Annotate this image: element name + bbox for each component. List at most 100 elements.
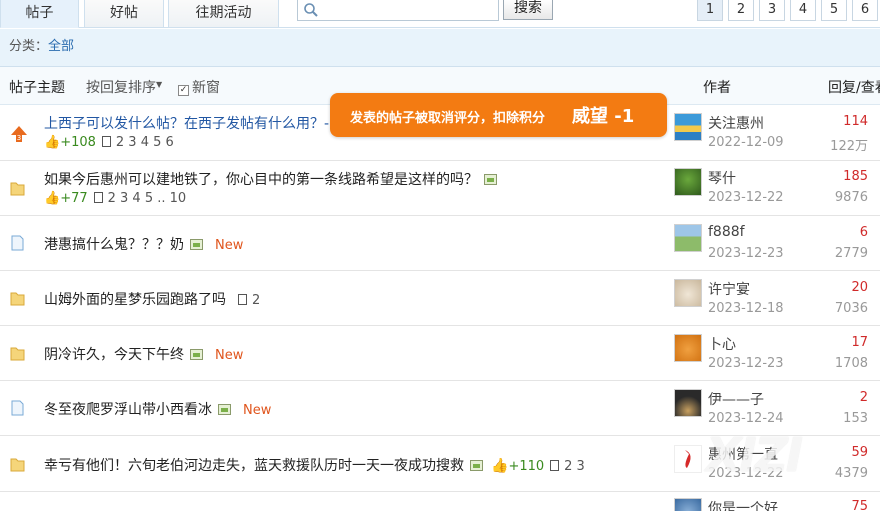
tab-posts[interactable]: 帖子	[0, 0, 79, 28]
author-name[interactable]: 伊——子	[708, 389, 764, 409]
new-badge: New	[243, 403, 272, 418]
post-title[interactable]: 山姆外面的星梦乐园跑路了吗 2	[44, 289, 260, 309]
sort-by-reply[interactable]: 按回复排序▼	[86, 77, 162, 97]
watermark-logo: XIZI	[706, 428, 803, 482]
post-title[interactable]: 上西子可以发什么帖？在西子发帖有什么用？-	[44, 113, 329, 133]
view-count: 1708	[834, 356, 868, 371]
category-all-link[interactable]: 全部	[48, 39, 74, 54]
page-icon	[550, 460, 560, 471]
new-badge: New	[215, 238, 244, 253]
post-date: 2022-12-09	[708, 135, 784, 150]
post-date: 2023-12-23	[708, 356, 784, 371]
view-count: 7036	[834, 301, 868, 316]
author-name[interactable]: f888f	[708, 224, 745, 240]
like-count: +110	[508, 459, 545, 474]
tab-past-events[interactable]: 往期活动	[168, 0, 279, 28]
image-icon	[190, 349, 203, 360]
reply-count: 6	[859, 225, 868, 240]
toast-points: 威望 -1	[572, 106, 635, 127]
post-meta: 👍+108 2 3 4 5 6	[44, 135, 174, 150]
search-button[interactable]: 搜索	[503, 0, 553, 20]
thumb-up-icon: 👍	[44, 135, 61, 150]
post-date: 2023-12-23	[708, 246, 784, 261]
category-bar: 分类：全部	[0, 29, 880, 67]
table-row: 阴冷许久，今天下午终 New 卜心 2023-12-23 17 1708	[0, 326, 880, 381]
checkbox-icon[interactable]: ✓	[178, 85, 189, 96]
toast-message: 发表的帖子被取消评分，扣除积分	[350, 111, 546, 126]
search-input[interactable]	[324, 1, 494, 18]
author-name[interactable]: 琴什	[708, 168, 736, 188]
new-badge: New	[215, 348, 244, 363]
post-date: 2023-12-22	[708, 190, 784, 205]
avatar[interactable]	[674, 498, 702, 511]
like-count: +77	[60, 191, 88, 206]
image-icon	[470, 460, 483, 471]
post-meta: 👍+77 2 3 4 5 .. 10	[44, 191, 186, 206]
hot-arrow-icon: 3	[11, 126, 27, 142]
post-title[interactable]: 港惠搞什么鬼？？？奶 New	[44, 234, 243, 254]
view-count: 4379	[834, 466, 868, 481]
avatar[interactable]	[674, 168, 702, 196]
author-name[interactable]: 你是一个好	[708, 498, 778, 511]
reply-count: 114	[843, 114, 868, 129]
avatar[interactable]	[674, 279, 702, 307]
logo-icon	[685, 450, 691, 468]
post-title[interactable]: 如果今后惠州可以建地铁了，你心目中的第一条线路希望是这样的吗？	[44, 169, 497, 189]
image-icon	[190, 239, 203, 250]
page-1[interactable]: 1	[697, 0, 723, 21]
view-count: 2779	[834, 246, 868, 261]
page-links[interactable]: 2	[252, 293, 260, 308]
post-title[interactable]: 阴冷许久，今天下午终 New	[44, 344, 243, 364]
like-count: +108	[60, 135, 96, 150]
post-title[interactable]: 幸亏有他们！六旬老伯河边走失，蓝天救援队历时一天一夜成功搜救 👍+110 2 3	[44, 455, 585, 475]
view-count: 122万	[830, 139, 868, 154]
author-name[interactable]: 许宁宴	[708, 279, 750, 299]
page-icon	[238, 294, 247, 305]
post-date: 2023-12-24	[708, 411, 784, 426]
page-5[interactable]: 5	[821, 0, 847, 21]
page-links[interactable]: 2 3 4 5 .. 10	[108, 191, 187, 206]
table-row: 港惠搞什么鬼？？？奶 New f888f 2023-12-23 6 2779	[0, 216, 880, 271]
avatar[interactable]	[674, 445, 702, 473]
header-replies-views: 回复/查看	[828, 80, 880, 96]
post-title[interactable]: 冬至夜爬罗浮山带小西看冰 New	[44, 399, 271, 419]
page-3[interactable]: 3	[759, 0, 785, 21]
reply-count: 59	[851, 445, 868, 460]
page-4[interactable]: 4	[790, 0, 816, 21]
tab-good-posts[interactable]: 好帖	[84, 0, 164, 28]
top-tab-bar: 帖子 好帖 往期活动 搜索 1 2 3 4 5 6	[0, 0, 880, 28]
reply-count: 20	[851, 280, 868, 295]
thumb-up-icon: 👍	[44, 191, 61, 206]
avatar[interactable]	[674, 389, 702, 417]
page-6[interactable]: 6	[852, 0, 878, 21]
image-icon	[484, 174, 497, 185]
avatar[interactable]	[674, 334, 702, 362]
new-window-toggle[interactable]: ✓ 新窗	[178, 77, 220, 97]
author-name[interactable]: 卜心	[708, 334, 736, 354]
page-icon	[93, 192, 103, 203]
document-icon	[11, 400, 24, 416]
avatar[interactable]	[674, 113, 702, 141]
table-row: 如果今后惠州可以建地铁了，你心目中的第一条线路希望是这样的吗？ 👍+77 2 3 …	[0, 161, 880, 216]
page-2[interactable]: 2	[728, 0, 754, 21]
header-author: 作者	[703, 80, 731, 96]
view-count: 153	[843, 411, 868, 426]
reply-count: 185	[843, 169, 868, 184]
reply-count: 2	[859, 390, 868, 405]
avatar[interactable]	[674, 224, 702, 252]
reply-count: 75	[851, 499, 868, 511]
reply-count: 17	[851, 335, 868, 350]
table-row: 山姆外面的星梦乐园跑路了吗 2 许宁宴 2023-12-18 20 7036	[0, 271, 880, 326]
folder-icon	[10, 347, 25, 361]
category-label: 分类：	[9, 39, 49, 54]
search-box	[297, 0, 499, 21]
document-icon	[11, 235, 24, 251]
page-links[interactable]: 2 3	[564, 459, 585, 474]
page-links[interactable]: 2 3 4 5 6	[116, 135, 174, 150]
page-icon	[101, 136, 111, 147]
folder-icon	[10, 292, 25, 306]
view-count: 9876	[834, 190, 868, 205]
author-name[interactable]: 关注惠州	[708, 113, 764, 133]
thumb-up-icon: 👍	[491, 458, 509, 474]
folder-icon	[10, 182, 25, 196]
